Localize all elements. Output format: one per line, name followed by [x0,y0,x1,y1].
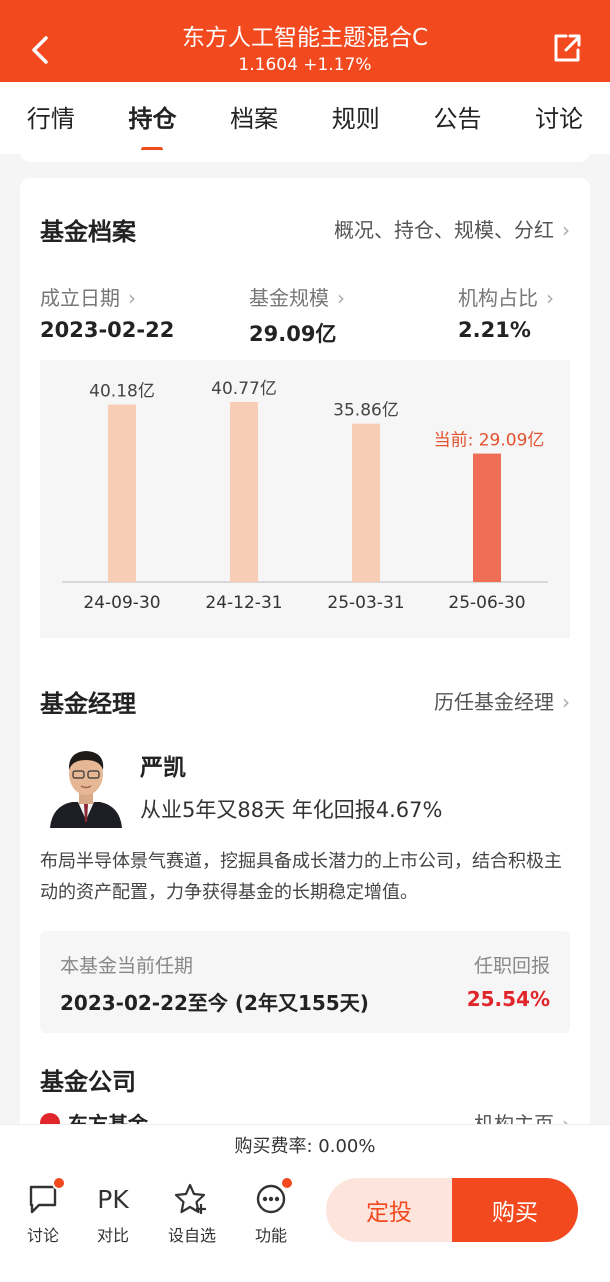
stat-inception-label-text: 成立日期 [40,286,120,310]
notification-dot [280,1176,294,1190]
stat-size-label[interactable]: 基金规模 › [249,282,345,311]
chart-category-label: 24-09-30 [83,593,160,613]
pk-icon: PK [97,1184,129,1214]
tenure-return-label: 任职回报 [473,955,550,977]
chart-bar[interactable] [108,404,136,582]
chevron-right-icon: › [546,286,554,310]
chart-value-label: 35.86亿 [333,401,399,421]
manager-section-title: 基金经理 [40,690,136,718]
fund-nav-change: 1.1604 +1.17% [238,55,372,75]
chevron-right-icon: › [337,286,345,310]
chart-bar[interactable] [230,402,258,582]
nav-functions[interactable]: 功能 [236,1176,306,1246]
app-header: 东方人工智能主题混合C 1.1604 +1.17% [0,0,610,82]
purchase-fee-bar: 购买费率: 0.00% [0,1124,610,1168]
nav-discussion[interactable]: 讨论 [8,1176,78,1246]
tab-market[interactable]: 行情 [27,99,75,138]
stat-size-label-text: 基金规模 [249,286,329,310]
previous-card-edge [20,150,590,162]
tenure-value: 2023-02-22至今 (2年又155天) [60,991,369,1015]
buy-button[interactable]: 购买 [452,1178,578,1242]
fund-profile-card: 基金档案 概况、持仓、规模、分红 › 成立日期 › 2023-02-22 基金规模 ›… [20,178,590,1138]
nav-compare-label: 对比 [96,1226,129,1245]
stat-institution-label[interactable]: 机构占比 › [458,282,554,311]
chart-category-label: 25-03-31 [327,593,404,613]
tab-profile[interactable]: 档案 [230,99,278,138]
fund-size-chart-svg: 40.18亿 24-09-30 40.77亿 24-12-31 35.86亿 25-03-… [62,379,548,613]
star-add-icon [174,1183,206,1214]
tab-rules[interactable]: 规则 [332,99,380,138]
manager-history-link[interactable]: 历任基金经理 › [434,686,570,715]
sip-button[interactable]: 定投 [326,1178,452,1242]
manager-name[interactable]: 严凯 [140,748,186,782]
manager-description: 布局半导体景气赛道，挖掘具备成长潜力的上市公司，结合积极主动的资产配置，力争获得… [40,851,562,903]
tab-discussion[interactable]: 讨论 [535,99,583,138]
nav-discussion-label: 讨论 [26,1226,59,1245]
tab-holdings[interactable]: 持仓 [128,99,176,138]
nav-compare[interactable]: PK 对比 [78,1182,148,1246]
manager-history-label: 历任基金经理 [434,690,554,714]
chart-value-label: 当前: 29.09亿 [434,431,545,451]
tenure-return-value: 25.54% [466,987,550,1011]
tenure-box: 本基金当前任期 2023-02-22至今 (2年又155天) 任职回报 25.5… [40,931,570,1033]
company-section-title: 基金公司 [40,1068,136,1096]
profile-section-link[interactable]: 概况、持仓、规模、分红 › [334,214,570,243]
chart-value-label: 40.18亿 [89,382,155,402]
system-navigation-bar [0,1258,610,1282]
fund-size-chart: 40.18亿 24-09-30 40.77亿 24-12-31 35.86亿 25-03-… [40,360,570,638]
tenure-label: 本基金当前任期 [60,955,194,977]
chart-value-label: 40.77亿 [211,379,277,399]
profile-section-title: 基金档案 [40,218,136,246]
chart-bar[interactable] [352,423,380,582]
chart-bar[interactable] [473,453,501,582]
stat-institution-label-text: 机构占比 [458,286,538,310]
profile-link-label: 概况、持仓、规模、分红 [334,218,554,242]
stat-size-value: 29.09亿 [249,322,337,346]
nav-watchlist[interactable]: 设自选 [157,1182,227,1246]
chart-category-label: 24-12-31 [205,593,282,613]
chevron-right-icon: › [562,690,570,714]
bottom-action-bar: 讨论 PK 对比 设自选 功能 定投 购买 [0,1168,610,1258]
chart-category-label: 25-06-30 [448,593,525,613]
stat-institution-value: 2.21% [458,318,531,342]
stat-inception-label[interactable]: 成立日期 › [40,282,136,311]
nav-watchlist-label: 设自选 [167,1226,216,1245]
share-icon[interactable] [552,32,582,64]
chevron-right-icon: › [562,218,570,242]
notification-dot [52,1176,66,1190]
tab-announcements[interactable]: 公告 [433,99,481,138]
nav-functions-label: 功能 [254,1226,287,1245]
tab-bar: 行情 持仓 档案 规则 公告 讨论 [0,82,610,154]
manager-stats: 从业5年又88天 年化回报4.67% [140,798,443,822]
manager-avatar[interactable] [48,740,124,828]
fund-title: 东方人工智能主题混合C [181,25,429,51]
chevron-right-icon: › [128,286,136,310]
stat-inception-value: 2023-02-22 [40,318,175,342]
